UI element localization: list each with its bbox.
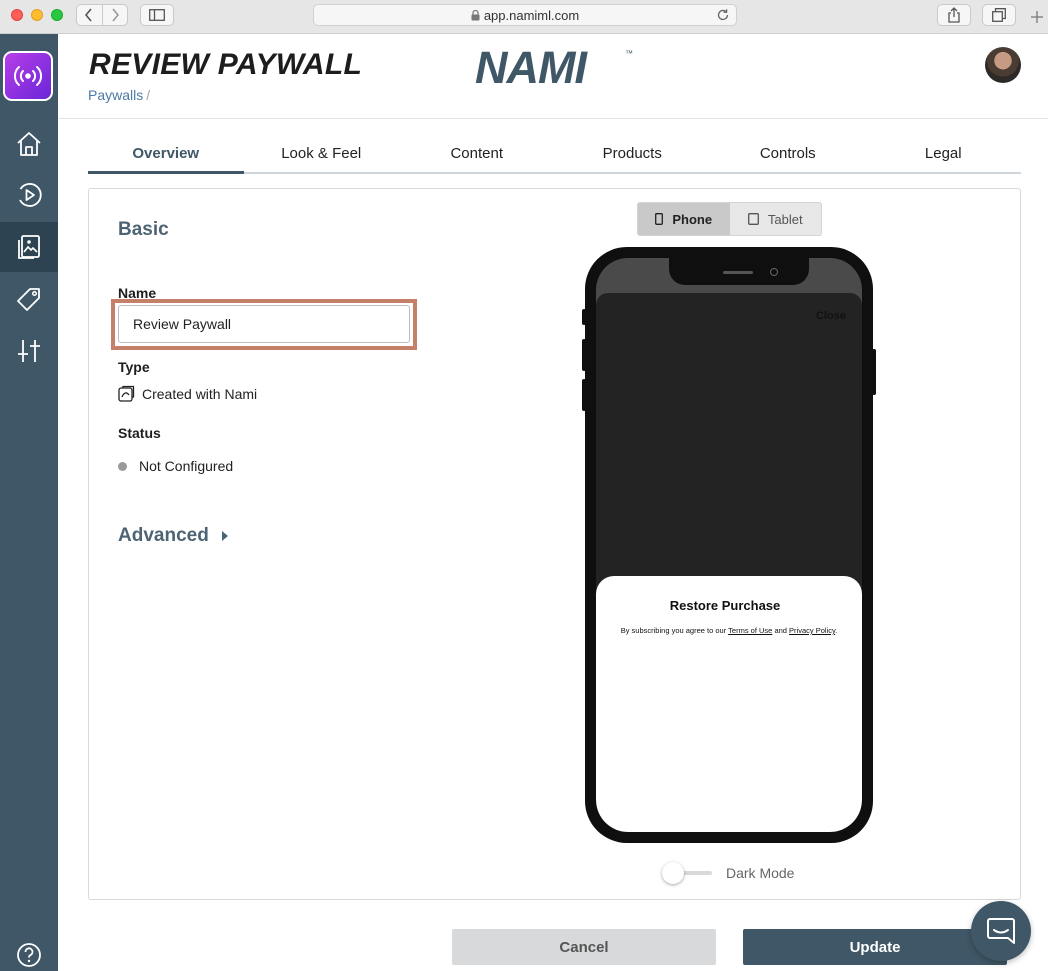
nav-help[interactable] [0, 930, 58, 971]
advanced-toggle[interactable]: Advanced [118, 525, 228, 547]
sidebar-toggle-button[interactable] [140, 4, 174, 26]
avatar[interactable] [985, 47, 1021, 83]
breadcrumb-paywalls-link[interactable]: Paywalls [88, 87, 143, 103]
legal-text: By subscribing you agree to our Terms of… [596, 626, 862, 635]
home-icon [17, 132, 41, 156]
status-value: Not Configured [118, 458, 233, 474]
status-label: Status [118, 425, 161, 441]
nav-paywalls[interactable] [0, 222, 58, 272]
tab-legal[interactable]: Legal [866, 135, 1022, 172]
terms-link[interactable]: Terms of Use [728, 626, 772, 635]
back-button[interactable] [77, 5, 102, 25]
legal-and: and [774, 626, 787, 635]
reload-icon[interactable] [716, 8, 730, 25]
type-value-text: Created with Nami [142, 385, 258, 402]
brand-logo-text: NAMI [475, 46, 588, 86]
new-tab-button[interactable] [1026, 4, 1048, 30]
tab-bar: Overview Look & Feel Content Products Co… [88, 135, 1021, 174]
left-nav [0, 34, 58, 971]
section-title-basic: Basic [118, 219, 169, 240]
tabs-icon [992, 8, 1006, 22]
app-logo[interactable] [3, 51, 53, 101]
paywall-sheet: Restore Purchase By subscribing you agre… [596, 576, 862, 832]
tag-icon [17, 288, 40, 311]
url-text: app.namiml.com [483, 7, 580, 23]
play-icon [19, 183, 42, 207]
plus-icon [1031, 11, 1043, 23]
tab-content[interactable]: Content [399, 135, 555, 172]
nav-campaigns[interactable] [0, 170, 58, 220]
tab-overview-button[interactable] [982, 4, 1016, 26]
minimize-window-button[interactable] [31, 9, 43, 21]
brand-logo: NAMI ™ [475, 42, 635, 93]
name-input[interactable] [118, 305, 410, 343]
phone-preview: Close Restore Purchase By subscribing yo… [585, 247, 873, 843]
chat-support-button[interactable] [971, 901, 1031, 961]
preview-close-button[interactable]: Close [816, 310, 846, 322]
close-window-button[interactable] [11, 9, 23, 21]
phone-screen: Close Restore Purchase By subscribing yo… [596, 258, 862, 832]
address-bar[interactable]: app.namiml.com [313, 4, 737, 26]
page-title: REVIEW PAYWALL [89, 48, 363, 81]
update-button[interactable]: Update [743, 929, 1007, 965]
chevron-right-icon [112, 8, 119, 22]
dark-mode-switch[interactable] [662, 862, 712, 884]
share-icon [948, 7, 960, 23]
browser-toolbar: app.namiml.com [0, 0, 1048, 34]
chevron-left-icon [85, 8, 92, 22]
broadcast-icon [13, 66, 43, 86]
history-nav [76, 4, 128, 26]
device-tablet-button[interactable]: Tablet [730, 203, 822, 235]
caret-right-icon [221, 531, 228, 541]
forward-button[interactable] [101, 5, 128, 25]
device-tablet-label: Tablet [767, 211, 803, 227]
privacy-link[interactable]: Privacy Policy [789, 626, 835, 635]
sidebar-icon [149, 9, 165, 21]
legal-suffix: . [835, 626, 838, 635]
chat-icon [987, 918, 1015, 944]
page-header: REVIEW PAYWALL Paywalls / NAMI ™ [58, 34, 1048, 119]
tab-overview[interactable]: Overview [88, 135, 244, 174]
help-icon [17, 943, 41, 967]
tab-products[interactable]: Products [555, 135, 711, 172]
tablet-icon [747, 213, 759, 225]
breadcrumb: Paywalls / [88, 87, 150, 103]
nav-settings[interactable] [0, 326, 58, 376]
tab-controls[interactable]: Controls [710, 135, 866, 172]
cancel-button[interactable]: Cancel [452, 929, 716, 965]
device-phone-button[interactable]: Phone [638, 203, 730, 235]
nav-home[interactable] [0, 119, 58, 169]
dark-mode-toggle[interactable]: Dark Mode [662, 862, 795, 884]
dark-mode-switch-knob[interactable] [662, 862, 684, 884]
advanced-label: Advanced [118, 525, 209, 546]
status-value-text: Not Configured [139, 458, 234, 474]
tab-look-and-feel[interactable]: Look & Feel [244, 135, 400, 172]
status-dot-icon [118, 461, 127, 471]
brand-trademark: ™ [625, 49, 633, 58]
nav-products[interactable] [0, 274, 58, 324]
legal-prefix: By subscribing you agree to our [620, 626, 727, 635]
phone-notch [669, 258, 809, 285]
share-button[interactable] [937, 4, 971, 26]
type-value: Created with Nami [118, 385, 257, 402]
type-label: Type [118, 359, 150, 375]
nami-type-icon [118, 385, 135, 402]
sliders-icon [18, 340, 40, 362]
breadcrumb-separator: / [146, 87, 151, 103]
paywall-icon [18, 235, 40, 259]
overview-panel: Basic Name Type Created with Nami Status… [88, 188, 1021, 900]
dark-mode-label: Dark Mode [726, 865, 795, 881]
restore-purchase-title[interactable]: Restore Purchase [596, 598, 854, 613]
device-phone-label: Phone [672, 211, 713, 227]
phone-icon [655, 213, 664, 225]
zoom-window-button[interactable] [51, 9, 63, 21]
lock-icon [471, 9, 480, 21]
device-toggle: Phone Tablet [637, 202, 822, 236]
